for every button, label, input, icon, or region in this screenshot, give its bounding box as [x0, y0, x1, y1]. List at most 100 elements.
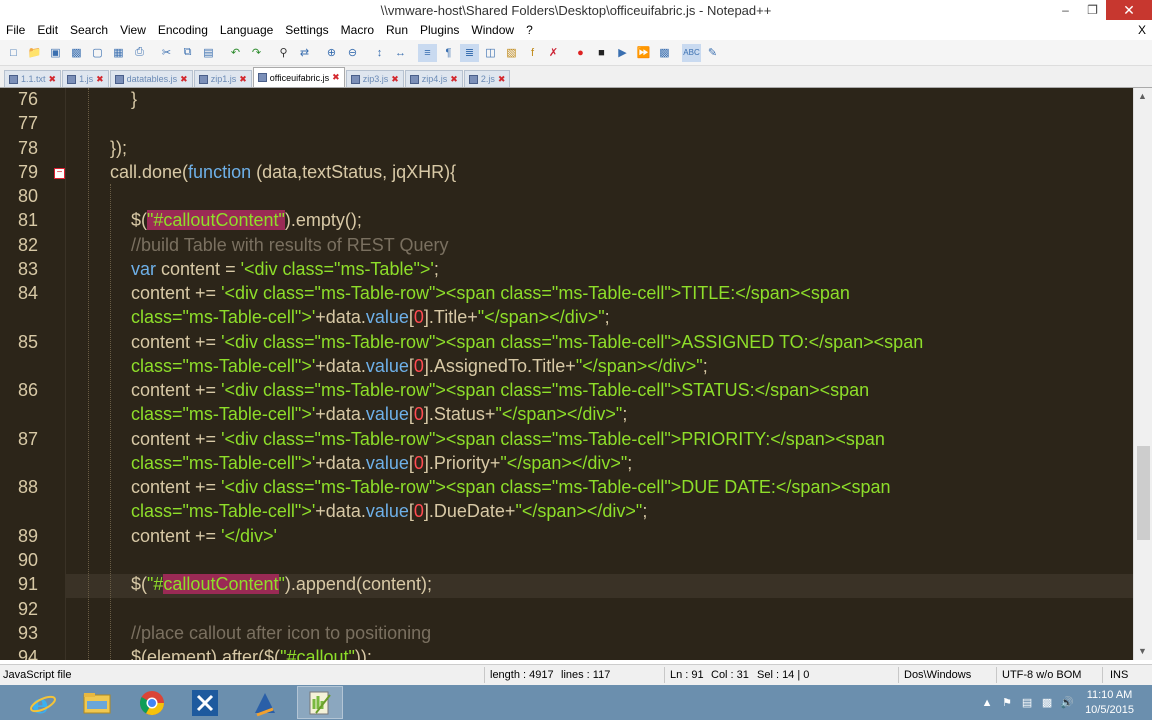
- open-icon[interactable]: 📁: [25, 44, 44, 62]
- close-icon[interactable]: ▢: [88, 44, 107, 62]
- doc-map-icon[interactable]: ▧: [502, 44, 521, 62]
- wrap-icon[interactable]: ≡: [418, 43, 437, 62]
- fold-marker-icon[interactable]: −: [54, 168, 65, 179]
- zoom-out-icon[interactable]: ⊖: [343, 44, 362, 62]
- windows-taskbar: e ▲ ⚑ ▤ ▩ 🔊 11:10 AM 10/5/2015: [0, 685, 1152, 720]
- tab-2-js[interactable]: 2.js ✖: [463, 70, 511, 87]
- tab-close-icon[interactable]: ✖: [391, 74, 399, 85]
- tab-1-1-txt[interactable]: 1.1.txt ✖: [4, 70, 62, 87]
- tab-close-icon[interactable]: ✖: [239, 74, 247, 85]
- scroll-up-icon[interactable]: ▲: [1138, 91, 1147, 101]
- notepadpp-icon[interactable]: [297, 686, 343, 719]
- spellcheck-icon[interactable]: ABC: [682, 43, 701, 62]
- vertical-scrollbar[interactable]: ▲ ▼: [1133, 88, 1152, 660]
- new-icon[interactable]: □: [4, 44, 23, 62]
- tab-zip1-js[interactable]: zip1.js ✖: [193, 70, 252, 87]
- stop-icon[interactable]: ■: [592, 44, 611, 62]
- line-number: 84: [17, 283, 38, 303]
- tab-close-icon[interactable]: ✖: [180, 74, 188, 85]
- tab-close-icon[interactable]: ✖: [49, 74, 57, 85]
- file-explorer-icon[interactable]: [74, 686, 120, 719]
- menu-file[interactable]: File: [0, 22, 31, 40]
- close-document-button[interactable]: X: [1138, 22, 1146, 38]
- code-line-87-wrap: class="ms-Table-cell">'+data.value[0].Pr…: [131, 453, 633, 473]
- tab-close-icon[interactable]: ✖: [450, 74, 458, 85]
- scrollbar-thumb[interactable]: [1137, 446, 1150, 540]
- menu-view[interactable]: View: [114, 22, 152, 40]
- code-line-81: $("#calloutContent").empty();: [131, 210, 362, 230]
- save-icon[interactable]: ▣: [46, 44, 65, 62]
- redo-icon[interactable]: ↷: [247, 44, 266, 62]
- tab-datatables-js[interactable]: datatables.js ✖: [109, 70, 193, 87]
- cut-icon[interactable]: ✂: [157, 44, 176, 62]
- menu-edit[interactable]: Edit: [31, 22, 64, 40]
- line-number: 89: [17, 526, 38, 546]
- tab-zip4-js[interactable]: zip4.js ✖: [404, 70, 463, 87]
- chrome-icon[interactable]: [129, 686, 175, 719]
- ie-icon[interactable]: e: [20, 686, 66, 719]
- udl-icon[interactable]: ◫: [481, 44, 500, 62]
- monitor-icon[interactable]: ▩: [1039, 696, 1055, 710]
- spellcheck-settings-icon[interactable]: ✎: [703, 44, 722, 62]
- tab-close-icon[interactable]: ✖: [332, 72, 340, 83]
- tools-icon[interactable]: [182, 686, 228, 719]
- tab-officeuifabric-js[interactable]: officeuifabric.js ✖: [252, 67, 345, 87]
- sync-h-icon[interactable]: ↔: [391, 44, 410, 62]
- tab-1-js[interactable]: 1.js ✖: [62, 70, 109, 87]
- eol-format: Dos\Windows: [904, 669, 972, 681]
- close-button[interactable]: ✕: [1106, 0, 1152, 20]
- record-icon[interactable]: ●: [571, 44, 590, 62]
- sync-v-icon[interactable]: ↕: [370, 44, 389, 62]
- close-all-icon[interactable]: ▦: [109, 44, 128, 62]
- indent-guide-icon[interactable]: ≣: [460, 43, 479, 62]
- menu-window[interactable]: Window: [465, 22, 520, 40]
- line-number: 80: [17, 186, 38, 206]
- volume-icon[interactable]: 🔊: [1059, 696, 1075, 710]
- menu-help[interactable]: ?: [520, 22, 539, 40]
- menu-encoding[interactable]: Encoding: [152, 22, 214, 40]
- code-line-84: content += '<div class="ms-Table-row"><s…: [131, 283, 850, 303]
- file-icon: [409, 74, 419, 84]
- tab-close-icon[interactable]: ✖: [96, 74, 104, 85]
- menu-run[interactable]: Run: [380, 22, 414, 40]
- all-chars-icon[interactable]: ¶: [439, 44, 458, 62]
- line-number: 92: [17, 599, 38, 619]
- folder-workspace-icon[interactable]: ✗: [544, 44, 563, 62]
- indent-guide: [110, 184, 111, 660]
- paste-icon[interactable]: ▤: [199, 44, 218, 62]
- action-center-icon[interactable]: ⚑: [999, 696, 1015, 710]
- print-icon[interactable]: ⎙: [130, 44, 149, 62]
- network-icon[interactable]: ▤: [1019, 696, 1035, 710]
- clock-date: 10/5/2015: [1085, 703, 1134, 716]
- code-line-78: });: [110, 138, 128, 158]
- save-macro-icon[interactable]: ▩: [655, 44, 674, 62]
- menu-bar: File Edit Search View Encoding Language …: [0, 22, 1152, 40]
- tab-zip3-js[interactable]: zip3.js ✖: [345, 70, 404, 87]
- play-icon[interactable]: ▶: [613, 44, 632, 62]
- menu-settings[interactable]: Settings: [279, 22, 334, 40]
- clock[interactable]: 11:10 AM 10/5/2015: [1085, 688, 1134, 718]
- file-icon: [114, 74, 124, 84]
- menu-language[interactable]: Language: [214, 22, 279, 40]
- zoom-in-icon[interactable]: ⊕: [322, 44, 341, 62]
- function-list-icon[interactable]: f: [523, 44, 542, 62]
- tab-close-icon[interactable]: ✖: [498, 74, 506, 85]
- replace-icon[interactable]: ⇄: [295, 44, 314, 62]
- code-line-87: content += '<div class="ms-Table-row"><s…: [131, 429, 885, 449]
- minimize-button[interactable]: –: [1052, 0, 1079, 20]
- menu-plugins[interactable]: Plugins: [414, 22, 465, 40]
- scroll-down-icon[interactable]: ▼: [1138, 646, 1147, 656]
- show-hidden-icons-icon[interactable]: ▲: [979, 696, 995, 710]
- menu-macro[interactable]: Macro: [335, 22, 380, 40]
- restore-button[interactable]: ❐: [1079, 0, 1106, 20]
- file-icon: [468, 74, 478, 84]
- code-line-86-wrap: class="ms-Table-cell">'+data.value[0].St…: [131, 404, 628, 424]
- save-all-icon[interactable]: ▩: [67, 44, 86, 62]
- find-icon[interactable]: ⚲: [274, 44, 293, 62]
- copy-icon[interactable]: ⧉: [178, 44, 197, 62]
- undo-icon[interactable]: ↶: [226, 44, 245, 62]
- code-editor[interactable]: 76 77 78 79 80 81 82 83 84 85 86 87 88 8…: [0, 88, 1133, 660]
- play-multi-icon[interactable]: ⏩: [634, 44, 653, 62]
- editor-icon[interactable]: [242, 686, 288, 719]
- menu-search[interactable]: Search: [64, 22, 114, 40]
